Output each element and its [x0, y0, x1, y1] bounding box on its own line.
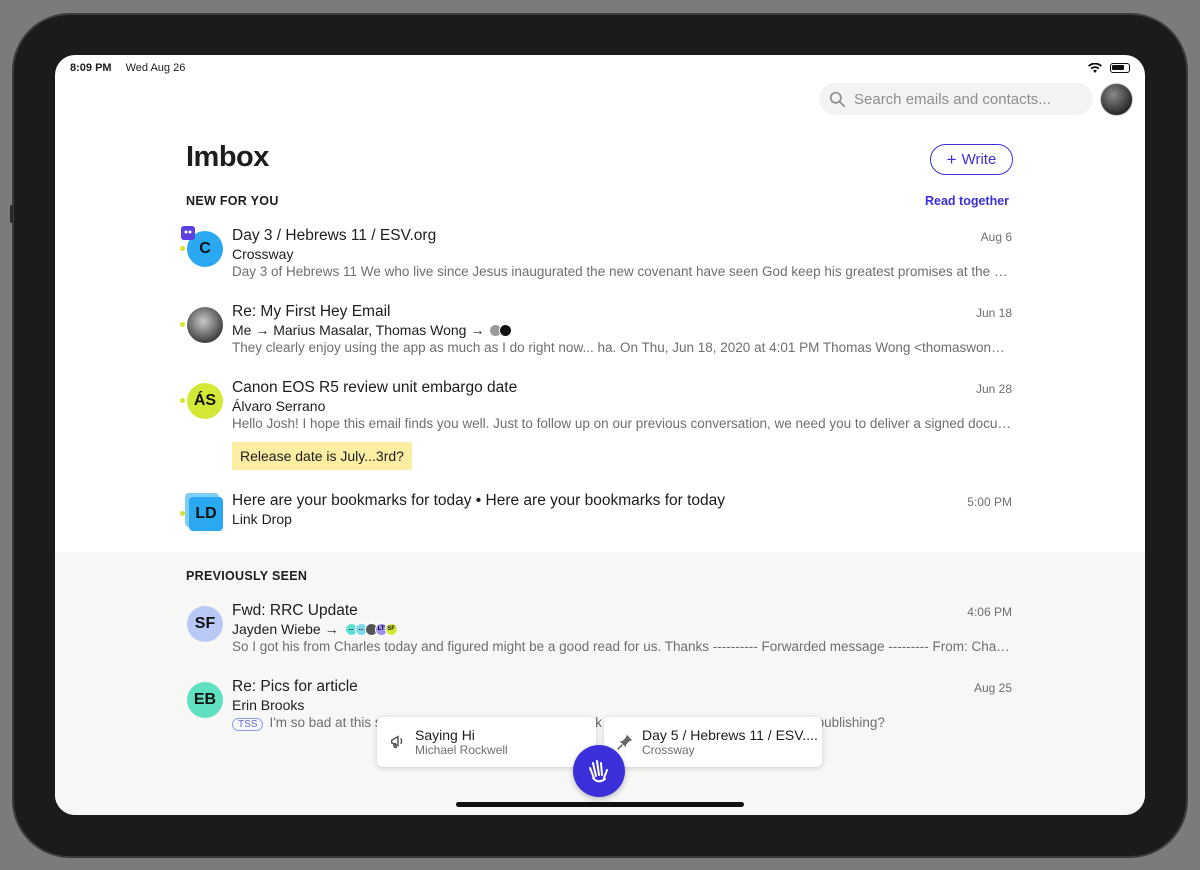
tray-subtitle: Michael Rockwell	[415, 743, 508, 757]
write-label: Write	[961, 151, 997, 168]
email-sender: Me → Marius Masalar, Thomas Wong →	[232, 322, 513, 338]
search-input[interactable]	[854, 90, 1074, 108]
email-subject: Day 3 / Hebrews 11 / ESV.org	[232, 227, 437, 244]
tray-subtitle: Crossway	[642, 743, 695, 757]
recipient-avatars	[489, 323, 513, 337]
sender-text: Me → Marius Masalar, Thomas Wong →	[232, 322, 485, 338]
section-new-for-you: NEW FOR YOU	[186, 194, 279, 208]
search-bar[interactable]	[819, 83, 1093, 115]
mini-avatar: SF	[384, 622, 398, 636]
sender-text: Jayden Wiebe →	[232, 621, 339, 637]
waving-hand-icon	[589, 760, 608, 783]
read-together-link[interactable]: Read together	[925, 194, 1009, 208]
email-sender: Crossway	[232, 246, 294, 262]
battery-icon	[1110, 63, 1130, 73]
tray-title: Saying Hi	[415, 727, 475, 743]
wifi-icon	[1088, 62, 1102, 73]
shield-icon	[181, 226, 195, 240]
email-row[interactable]: C Day 3 / Hebrews 11 / ESV.org Aug 6 Cro…	[180, 226, 1015, 287]
app-screen: 8:09 PM Wed Aug 26 Imbox + Write NEW FOR…	[55, 55, 1145, 815]
email-row[interactable]: ÁS Canon EOS R5 review unit embargo date…	[180, 379, 1015, 474]
email-subject: Re: My First Hey Email	[232, 303, 391, 320]
email-row[interactable]: LD Here are your bookmarks for today • H…	[180, 492, 1015, 537]
unread-dot	[180, 322, 185, 327]
label-badge: TSS	[232, 718, 264, 731]
email-date: 5:00 PM	[967, 495, 1012, 509]
status-date: Wed Aug 26	[125, 62, 186, 74]
sender-avatar: EB	[187, 682, 223, 718]
sender-avatar: LD	[189, 497, 223, 531]
recipient-avatars: ... ... LT SF	[344, 622, 398, 636]
email-subject: Here are your bookmarks for today • Here…	[232, 492, 726, 509]
side-button	[10, 205, 13, 223]
email-subject: Fwd: RRC Update	[232, 602, 358, 619]
hey-menu-button[interactable]	[573, 745, 625, 797]
email-sender: Álvaro Serrano	[232, 398, 326, 414]
unread-dot	[180, 398, 185, 403]
section-previously-seen: PREVIOUSLY SEEN	[186, 569, 308, 583]
sender-avatar: SF	[187, 606, 223, 642]
email-sender: Jayden Wiebe → ... ... LT SF	[232, 621, 398, 637]
account-avatar[interactable]	[1100, 83, 1133, 116]
email-date: Aug 25	[973, 681, 1012, 695]
email-subject: Re: Pics for article	[232, 678, 358, 695]
mini-avatar	[499, 323, 513, 337]
unread-dot	[180, 246, 185, 251]
write-button[interactable]: + Write	[930, 144, 1013, 175]
tray-item[interactable]: Saying Hi Michael Rockwell	[377, 717, 596, 767]
email-date: Jun 28	[975, 382, 1012, 396]
search-icon	[829, 91, 846, 107]
email-row[interactable]: EB Re: Pics for article Aug 25 Erin Broo…	[180, 678, 1015, 738]
email-snippet: Day 3 of Hebrews 11 We who live since Je…	[232, 264, 1012, 279]
plus-icon: +	[946, 149, 957, 169]
sticky-note[interactable]: Release date is July...3rd?	[232, 442, 412, 470]
email-date: Aug 6	[980, 230, 1012, 244]
email-sender: Link Drop	[232, 511, 292, 527]
status-icons	[1088, 62, 1130, 74]
email-snippet: Hello Josh! I hope this email finds you …	[232, 416, 1012, 431]
status-bar: 8:09 PM Wed Aug 26	[70, 60, 1130, 76]
email-snippet: So I got his from Charles today and figu…	[232, 639, 1012, 654]
page-title: Imbox	[186, 141, 269, 173]
tray-item[interactable]: Day 5 / Hebrews 11 / ESV.... Crossway	[604, 717, 822, 767]
email-subject: Canon EOS R5 review unit embargo date	[232, 379, 518, 396]
email-date: 4:06 PM	[967, 605, 1012, 619]
email-date: Jun 18	[975, 306, 1012, 320]
sender-avatar-photo	[187, 307, 223, 343]
pin-icon	[617, 734, 633, 750]
tray-title: Day 5 / Hebrews 11 / ESV....	[642, 727, 818, 743]
status-time: 8:09 PM	[70, 62, 112, 74]
megaphone-icon	[390, 735, 403, 749]
home-indicator[interactable]	[456, 802, 744, 807]
email-row[interactable]: SF Fwd: RRC Update 4:06 PM Jayden Wiebe …	[180, 602, 1015, 662]
sender-avatar: ÁS	[187, 383, 223, 419]
email-snippet: They clearly enjoy using the app as much…	[232, 340, 1012, 355]
email-sender: Erin Brooks	[232, 697, 305, 713]
email-row[interactable]: Re: My First Hey Email Jun 18 Me → Mariu…	[180, 303, 1015, 363]
